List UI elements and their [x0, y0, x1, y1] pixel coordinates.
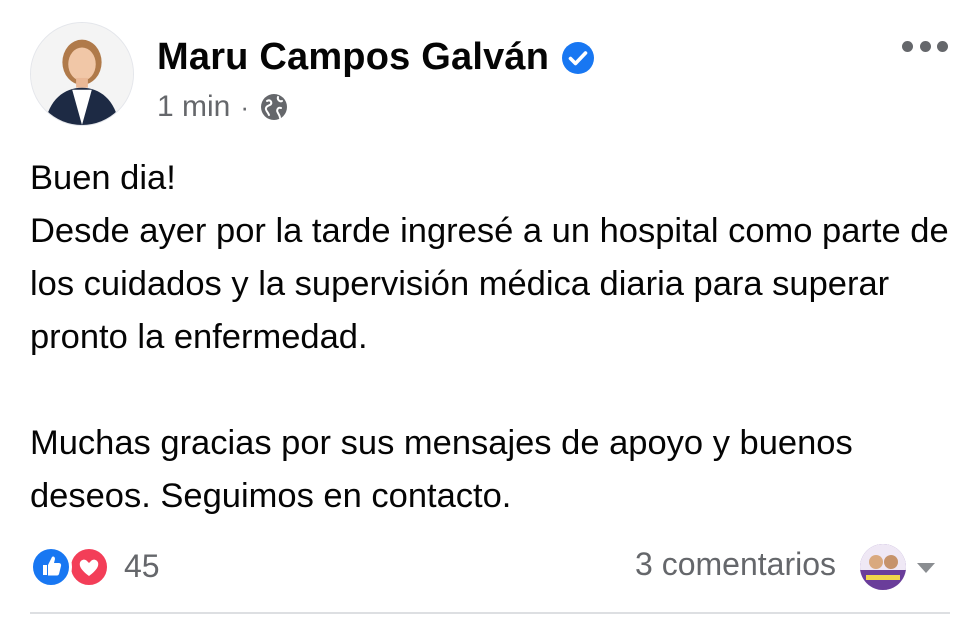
reaction-icons	[30, 544, 116, 588]
post-meta: 1 min ·	[157, 90, 289, 124]
post-greeting: Buen dia!	[30, 159, 176, 197]
facebook-post: Maru Campos Galván 1 min · Buen dia! Des…	[0, 0, 980, 617]
meta-separator: ·	[240, 91, 250, 122]
author-avatar[interactable]	[30, 22, 134, 126]
more-options-button[interactable]	[902, 34, 948, 58]
dot-icon	[919, 40, 931, 52]
divider	[30, 612, 950, 614]
reaction-count: 45	[124, 547, 160, 584]
love-icon	[68, 546, 110, 588]
post-paragraph-1: Desde ayer por la tarde ingresé a un hos…	[30, 212, 949, 356]
verified-badge-icon	[561, 41, 595, 75]
commenter-photo	[860, 544, 906, 590]
chevron-down-icon[interactable]	[914, 560, 938, 576]
author-name[interactable]: Maru Campos Galván	[157, 36, 549, 79]
reactions-summary[interactable]: 45	[30, 544, 160, 588]
commenter-avatar[interactable]	[860, 544, 906, 590]
author-row: Maru Campos Galván	[157, 36, 595, 79]
dot-icon	[902, 40, 913, 52]
post-paragraph-2: Muchas gracias por sus mensajes de apoyo…	[30, 424, 853, 515]
like-icon	[30, 546, 72, 588]
author-photo	[31, 23, 133, 125]
post-text: Buen dia! Desde ayer por la tarde ingres…	[30, 152, 960, 523]
dot-icon	[937, 40, 948, 52]
comments-link[interactable]: 3 comentarios	[635, 546, 836, 583]
post-timestamp[interactable]: 1 min	[157, 90, 230, 124]
globe-icon[interactable]	[259, 92, 289, 122]
